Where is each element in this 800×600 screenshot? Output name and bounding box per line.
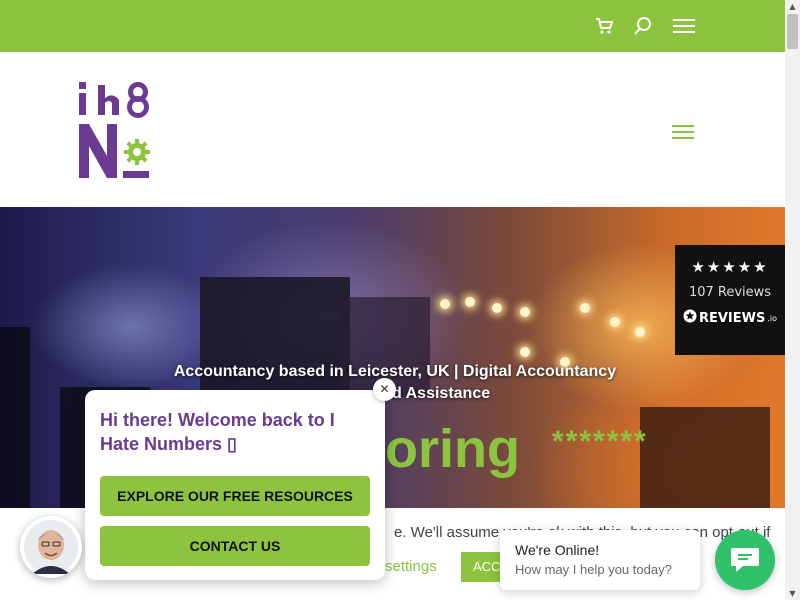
cookie-settings-link[interactable]: settings <box>385 558 437 575</box>
contact-us-button[interactable]: CONTACT US <box>100 526 370 566</box>
chat-agent-avatar[interactable] <box>20 516 82 578</box>
hero-tagline-line1: Accountancy based in Leicester, UK | Dig… <box>173 363 617 380</box>
live-chat-greeting[interactable]: We're Online! How may I help you today? <box>500 530 700 590</box>
star-circle-icon <box>683 309 697 327</box>
hero-stars: ******* <box>552 425 648 458</box>
live-chat-status: We're Online! <box>515 542 600 558</box>
welcome-message: Hi there! Welcome back to I Hate Numbers… <box>100 408 370 456</box>
top-bar <box>0 0 785 52</box>
stage-light <box>440 299 450 309</box>
reviews-brand-text: REVIEWS <box>698 310 766 326</box>
emoji-placeholder-icon: ▯ <box>227 434 237 454</box>
review-stars: ★★★★★ <box>691 258 769 276</box>
stage-light <box>580 303 590 313</box>
stage-light <box>610 317 620 327</box>
open-chat-button[interactable] <box>715 530 775 590</box>
main-menu-icon[interactable] <box>672 119 698 145</box>
reviews-io-logo: REVIEWS .io <box>675 309 785 327</box>
stage-light <box>492 303 502 313</box>
scroll-up-arrow-icon[interactable]: ▲ <box>788 2 797 11</box>
review-count: 107 Reviews <box>688 285 772 300</box>
stage-light <box>465 297 475 307</box>
cart-icon[interactable] <box>592 14 616 38</box>
stage-light <box>635 327 645 337</box>
page-scrollbar[interactable]: ▲ ▼ <box>785 0 800 600</box>
reviews-badge[interactable]: ★★★★★ 107 Reviews REVIEWS .io <box>675 245 785 355</box>
site-logo[interactable] <box>79 82 151 178</box>
welcome-message-text: Hi there! Welcome back to I Hate Numbers <box>100 410 335 454</box>
scroll-thumb[interactable] <box>787 14 798 49</box>
explore-resources-button[interactable]: EXPLORE OUR FREE RESOURCES <box>100 476 370 516</box>
stage-light <box>520 347 530 357</box>
reviews-brand-suffix: .io <box>767 313 778 323</box>
search-icon[interactable] <box>631 14 655 38</box>
stage-light <box>520 307 530 317</box>
menu-icon[interactable] <box>672 14 696 38</box>
welcome-popup: Hi there! Welcome back to I Hate Numbers… <box>85 390 385 580</box>
scroll-down-arrow-icon[interactable]: ▼ <box>788 589 797 598</box>
live-chat-prompt: How may I help you today? <box>515 562 672 577</box>
close-icon[interactable]: ✕ <box>373 378 396 401</box>
hero-headline: oring <box>385 419 520 479</box>
